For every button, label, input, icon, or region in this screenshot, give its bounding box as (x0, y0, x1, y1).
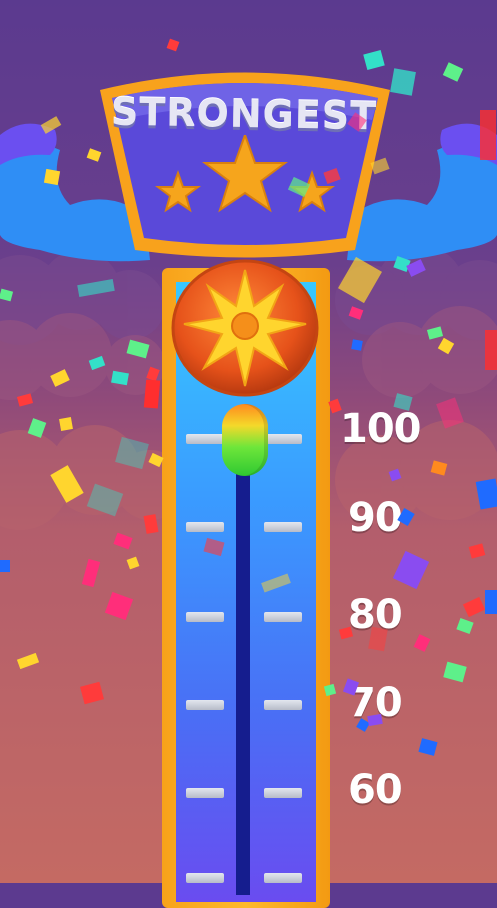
meter-track (236, 455, 250, 895)
tick-mark (186, 700, 224, 710)
tick-mark (186, 434, 224, 444)
tick-mark (186, 788, 224, 798)
score-label-70: 70 (348, 680, 403, 726)
sign-title: STRONGEST (110, 89, 378, 139)
tick-mark (264, 522, 302, 532)
star-icon (202, 135, 288, 213)
star-icon (155, 170, 201, 213)
tick-mark (264, 700, 302, 710)
strength-puck (222, 404, 268, 476)
score-label-90: 90 (348, 495, 403, 541)
tick-mark (264, 788, 302, 798)
star-icon (289, 170, 335, 213)
sun-burst-bell-icon (171, 259, 319, 397)
tick-mark (186, 873, 224, 883)
tick-mark (186, 612, 224, 622)
score-label-100: 100 (340, 406, 421, 452)
score-label-60: 60 (348, 767, 403, 813)
tick-mark (186, 522, 224, 532)
score-label-80: 80 (348, 592, 403, 638)
tick-mark (264, 873, 302, 883)
tick-mark (264, 612, 302, 622)
tick-mark (264, 434, 302, 444)
sign-stars (155, 135, 335, 213)
